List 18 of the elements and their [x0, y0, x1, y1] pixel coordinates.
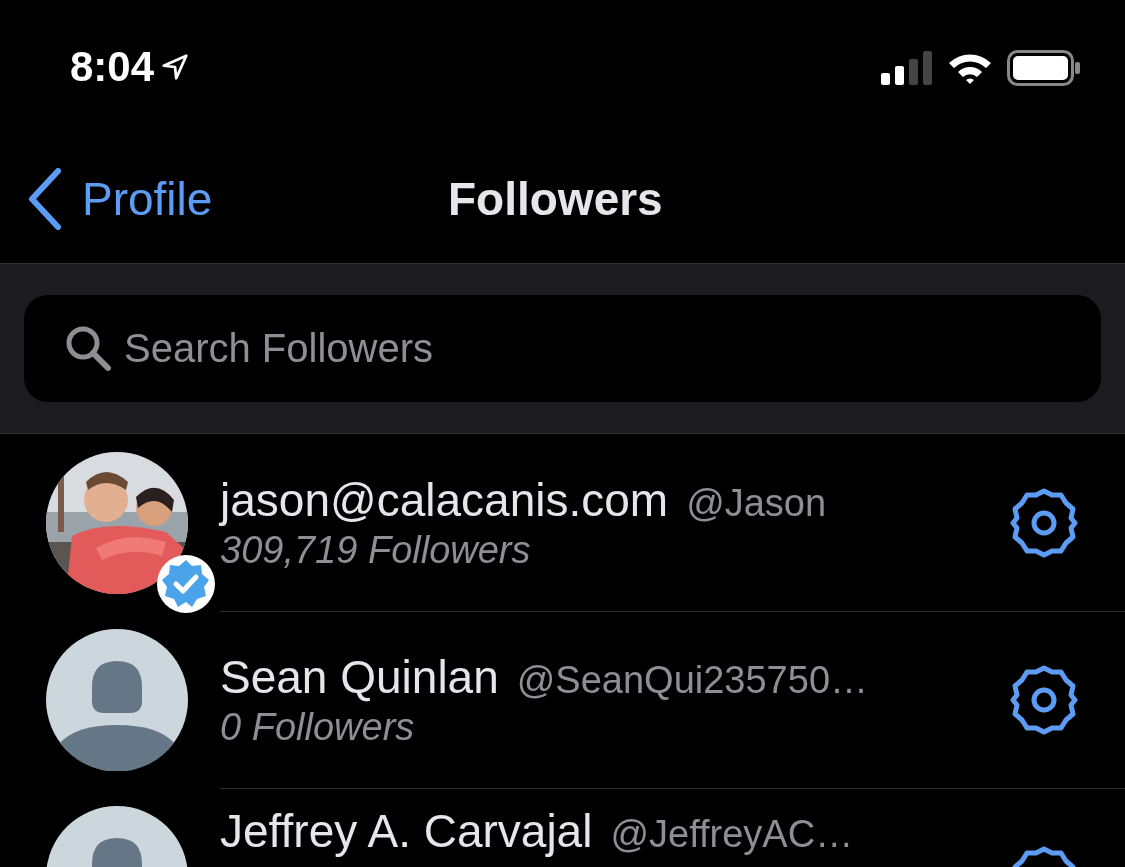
search-icon: [64, 324, 112, 372]
default-avatar-icon: [46, 628, 188, 771]
status-time: 8:04: [70, 42, 155, 91]
chevron-left-icon: [26, 167, 64, 231]
screen-title: Followers: [448, 172, 663, 226]
signal-icon: [881, 50, 933, 85]
search-field[interactable]: Search Followers: [24, 295, 1101, 402]
follower-name: Sean Quinlan: [220, 649, 499, 704]
follower-handle: @SeanQui235750…: [516, 658, 869, 702]
battery-icon: [1007, 49, 1081, 86]
follower-name: Jeffrey A. Carvajal: [220, 804, 593, 858]
follower-handle: @JeffreyAC…: [610, 813, 854, 856]
location-arrow-icon: [160, 51, 191, 82]
follower-count: 309,719 Followers: [220, 528, 532, 572]
follower-count: 0 Followers: [220, 705, 416, 749]
follower-handle: @Jason: [686, 481, 827, 525]
back-button[interactable]: Profile: [0, 167, 213, 231]
follower-name: jason@calacanis.com: [220, 472, 669, 527]
